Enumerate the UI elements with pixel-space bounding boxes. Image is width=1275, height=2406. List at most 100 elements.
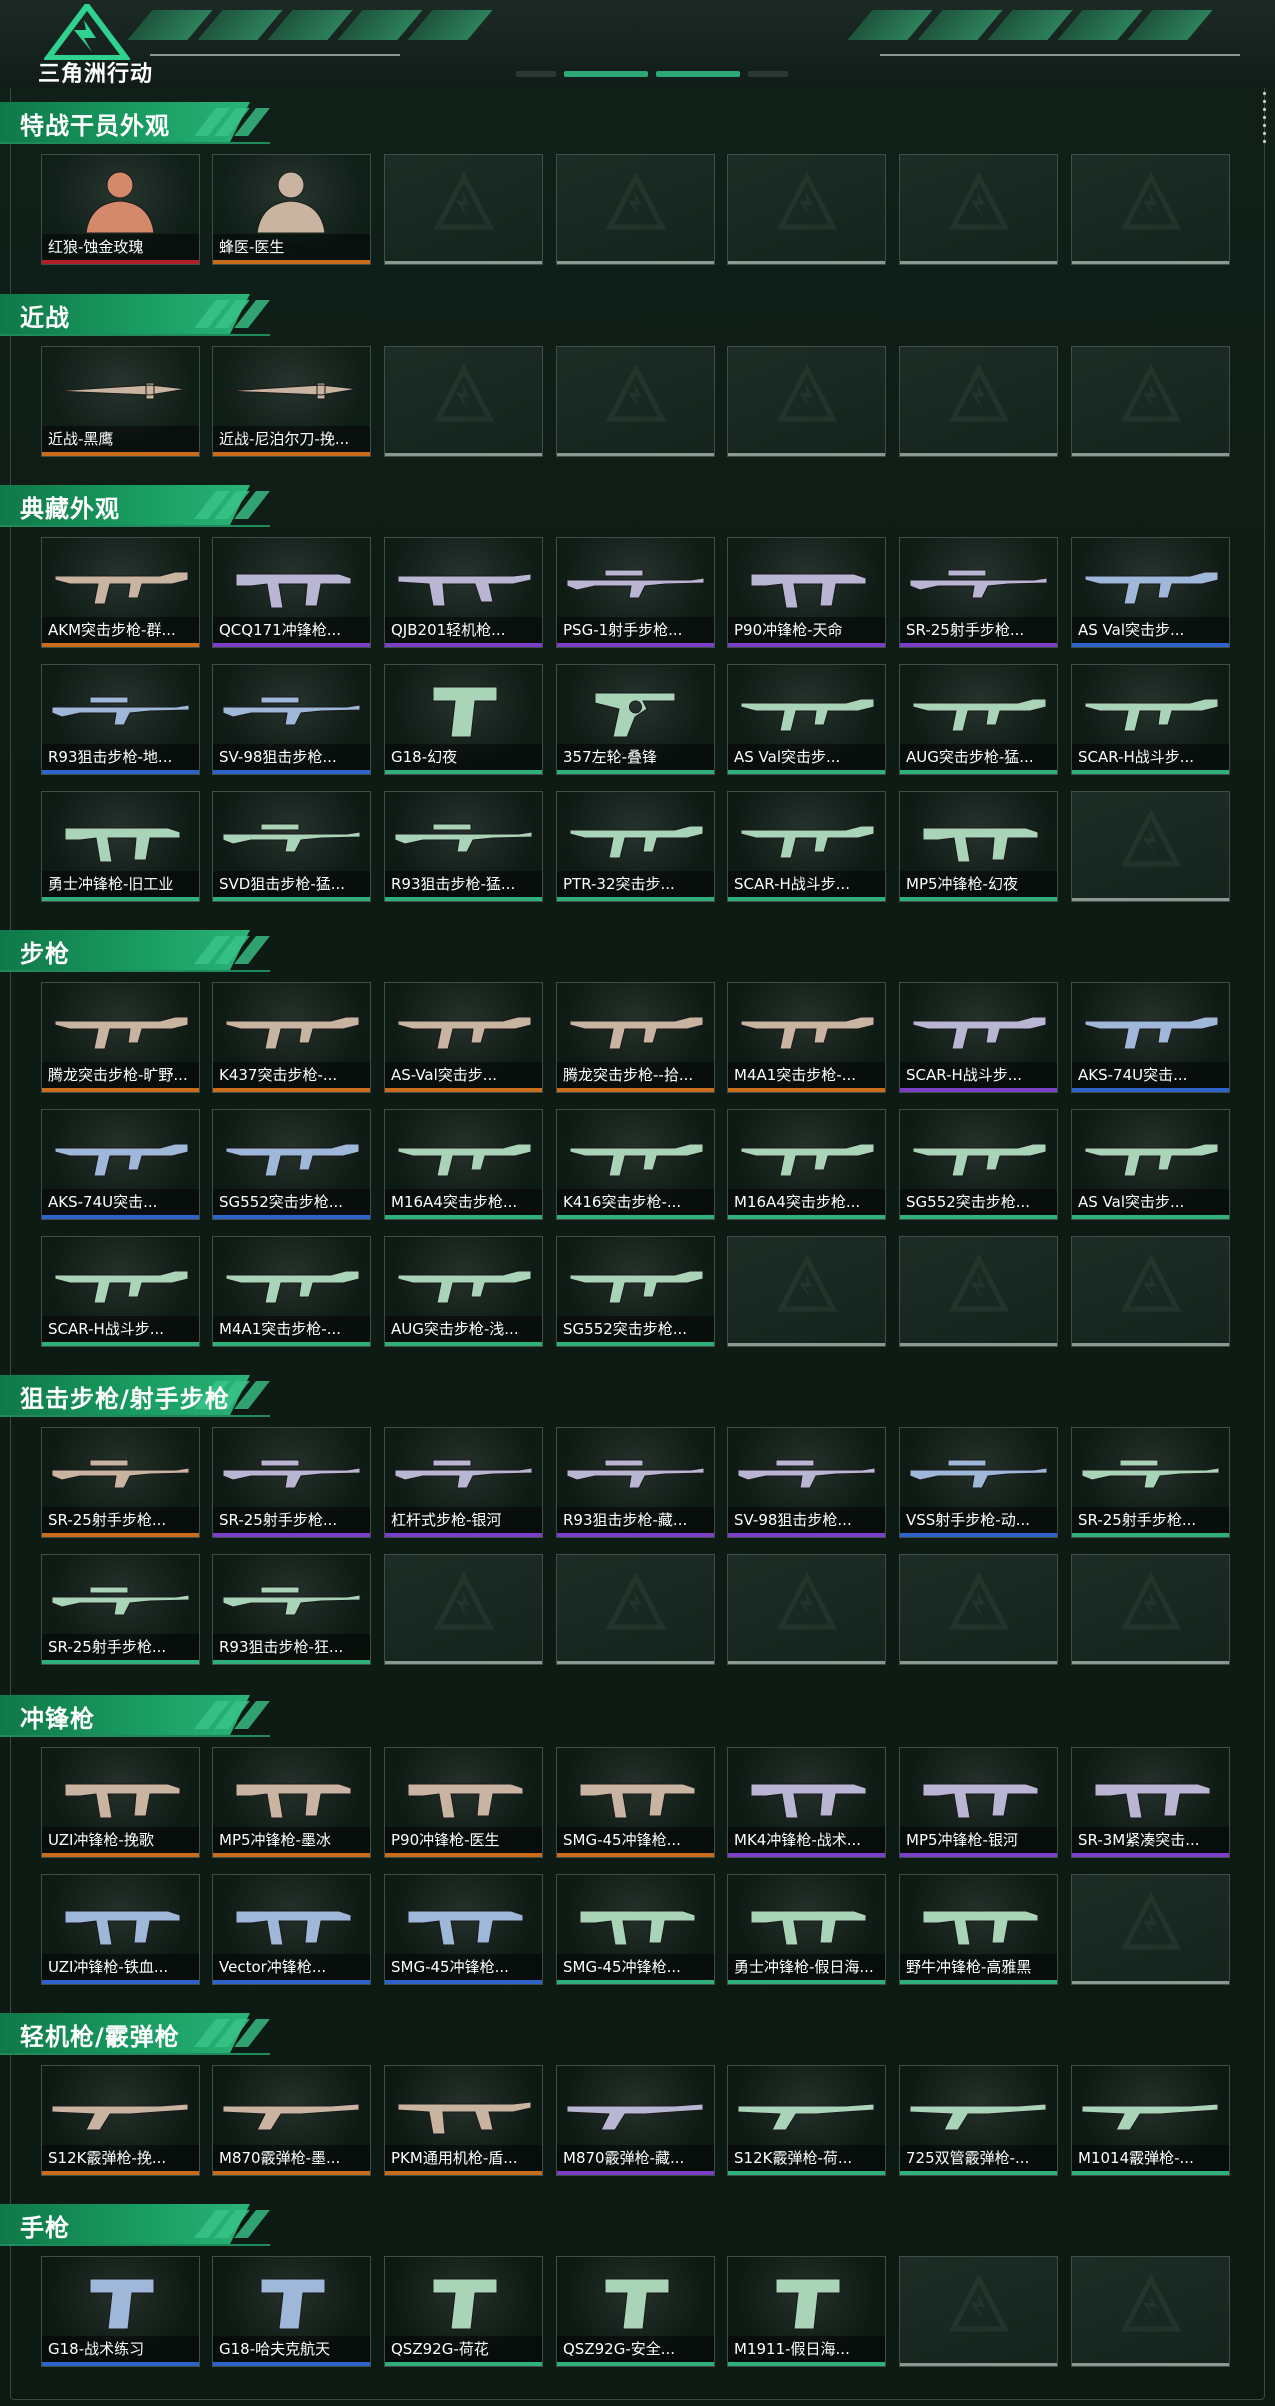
skin-card[interactable]: 杠杆式步枪-银河 [384, 1427, 543, 1538]
placeholder-logo-icon [949, 173, 1009, 230]
skin-card[interactable]: QJB201轻机枪... [384, 537, 543, 648]
skin-card[interactable]: MP5冲锋枪-银河 [899, 1747, 1058, 1858]
skin-card[interactable]: SMG-45冲锋枪... [384, 1874, 543, 1985]
skin-card[interactable]: 野牛冲锋枪-高雅黑 [899, 1874, 1058, 1985]
skin-card[interactable]: SV-98狙击步枪... [727, 1427, 886, 1538]
skin-card[interactable]: 近战-尼泊尔刀-挽... [212, 346, 371, 457]
skin-card[interactable]: SCAR-H战斗步... [1071, 664, 1230, 775]
skin-card[interactable]: M1911-假日海... [727, 2256, 886, 2367]
skin-card[interactable]: SR-3M紧凑突击... [1071, 1747, 1230, 1858]
skin-card[interactable]: 勇士冲锋枪-旧工业 [41, 791, 200, 902]
skin-card[interactable]: QSZ92G-荷花 [384, 2256, 543, 2367]
skin-card[interactable]: K437突击步枪-... [212, 982, 371, 1093]
skin-card[interactable]: MK4冲锋枪-战术... [727, 1747, 886, 1858]
skin-card[interactable]: AS-Val突击步... [384, 982, 543, 1093]
skin-card[interactable]: MP5冲锋枪-幻夜 [899, 791, 1058, 902]
skin-card[interactable]: SG552突击步枪... [899, 1109, 1058, 1220]
skin-card[interactable]: M870霰弹枪-藏... [556, 2065, 715, 2176]
skin-card[interactable]: AKS-74U突击... [41, 1109, 200, 1220]
skin-card[interactable]: SR-25射手步枪... [899, 537, 1058, 648]
rarity-bar [557, 897, 714, 901]
rifle-icon [397, 1270, 532, 1304]
skin-card[interactable]: 腾龙突击步枪-旷野... [41, 982, 200, 1093]
skin-card[interactable]: SMG-45冲锋枪... [556, 1874, 715, 1985]
skin-card[interactable]: M1014霰弹枪-... [1071, 2065, 1230, 2176]
skin-card[interactable]: UZI冲锋枪-挽歌 [41, 1747, 200, 1858]
section-underline [0, 1415, 270, 1417]
skin-card[interactable]: PTR-32突击步... [556, 791, 715, 902]
skin-card[interactable]: 725双管霰弹枪-... [899, 2065, 1058, 2176]
skin-card[interactable]: SV-98狙击步枪... [212, 664, 371, 775]
skin-card[interactable]: MP5冲锋枪-墨冰 [212, 1747, 371, 1858]
rarity-bar [385, 1533, 542, 1537]
rarity-bar [728, 1980, 885, 1984]
skin-card[interactable]: R93狙击步枪-地... [41, 664, 200, 775]
skin-card[interactable]: AS Val突击步... [1071, 537, 1230, 648]
skin-card[interactable]: 蜂医-医生 [212, 154, 371, 265]
skin-card[interactable]: 红狼-蚀金玫瑰 [41, 154, 200, 265]
skin-card[interactable]: G18-幻夜 [384, 664, 543, 775]
skin-card[interactable]: SCAR-H战斗步... [899, 982, 1058, 1093]
skin-card[interactable]: 近战-黑鹰 [41, 346, 200, 457]
empty-slot [899, 1236, 1058, 1347]
skin-name: SCAR-H战斗步... [42, 1316, 199, 1342]
skin-card[interactable]: K416突击步枪-... [556, 1109, 715, 1220]
skin-card[interactable]: M4A1突击步枪-... [212, 1236, 371, 1347]
skin-card[interactable]: G18-战术练习 [41, 2256, 200, 2367]
skin-card[interactable]: SR-25射手步枪... [1071, 1427, 1230, 1538]
skin-card[interactable]: M16A4突击步枪... [384, 1109, 543, 1220]
skin-card[interactable]: AKS-74U突击... [1071, 982, 1230, 1093]
skin-card[interactable]: SG552突击步枪... [212, 1109, 371, 1220]
knife-icon [55, 382, 187, 400]
rarity-bar [213, 1342, 370, 1346]
skin-name: AKS-74U突击... [1072, 1062, 1229, 1088]
skin-card[interactable]: QCQ171冲锋枪... [212, 537, 371, 648]
skin-card[interactable]: SR-25射手步枪... [41, 1554, 200, 1665]
skin-card[interactable]: QSZ92G-安全... [556, 2256, 715, 2367]
skin-card[interactable]: UZI冲锋枪-铁血... [41, 1874, 200, 1985]
skin-card[interactable]: SG552突击步枪... [556, 1236, 715, 1347]
skin-card[interactable]: SMG-45冲锋枪... [556, 1747, 715, 1858]
skin-card[interactable]: 357左轮-叠锋 [556, 664, 715, 775]
skin-card[interactable]: AKM突击步枪-群... [41, 537, 200, 648]
skin-card[interactable]: PSG-1射手步枪... [556, 537, 715, 648]
skin-name: AS-Val突击步... [385, 1062, 542, 1088]
skin-card[interactable]: S12K霰弹枪-挽... [41, 2065, 200, 2176]
skin-card[interactable]: AS Val突击步... [1071, 1109, 1230, 1220]
skin-card[interactable]: M4A1突击步枪-... [727, 982, 886, 1093]
skin-card[interactable]: AUG突击步枪-浅... [384, 1236, 543, 1347]
skin-card[interactable]: P90冲锋枪-医生 [384, 1747, 543, 1858]
rarity-bar [557, 1215, 714, 1219]
empty-slot [384, 154, 543, 265]
skin-card[interactable]: SVD狙击步枪-猛... [212, 791, 371, 902]
skin-card[interactable]: VSS射手步枪-动... [899, 1427, 1058, 1538]
skin-card[interactable]: SCAR-H战斗步... [727, 791, 886, 902]
skin-name: SR-25射手步枪... [42, 1507, 199, 1533]
skin-card[interactable]: Vector冲锋枪... [212, 1874, 371, 1985]
skin-card[interactable]: AS Val突击步... [727, 664, 886, 775]
skin-card[interactable]: PKM通用机枪-盾... [384, 2065, 543, 2176]
sniper-icon [394, 1459, 533, 1489]
skin-card[interactable]: SCAR-H战斗步... [41, 1236, 200, 1347]
skin-card[interactable]: AUG突击步枪-猛... [899, 664, 1058, 775]
rarity-bar [728, 643, 885, 647]
skin-card[interactable]: 腾龙突击步枪--拾... [556, 982, 715, 1093]
sniper-icon [394, 823, 533, 853]
skin-card[interactable]: M16A4突击步枪... [727, 1109, 886, 1220]
skin-card[interactable]: G18-哈夫克航天 [212, 2256, 371, 2367]
sniper-icon [909, 569, 1048, 599]
skin-card[interactable]: M870霰弹枪-墨... [212, 2065, 371, 2176]
rarity-bar [213, 1660, 370, 1664]
skin-card[interactable]: R93狙击步枪-藏... [556, 1427, 715, 1538]
skin-name: 勇士冲锋枪-旧工业 [42, 871, 199, 897]
skin-card[interactable]: S12K霰弹枪-荷... [727, 2065, 886, 2176]
skin-card[interactable]: 勇士冲锋枪-假日海... [727, 1874, 886, 1985]
rarity-bar [728, 1533, 885, 1537]
rarity-bar [385, 770, 542, 774]
skin-card[interactable]: SR-25射手步枪... [41, 1427, 200, 1538]
skin-card[interactable]: R93狙击步枪-狂... [212, 1554, 371, 1665]
skin-card[interactable]: R93狙击步枪-猛... [384, 791, 543, 902]
skin-card[interactable]: SR-25射手步枪... [212, 1427, 371, 1538]
scrollbar[interactable] [1262, 92, 1268, 148]
skin-card[interactable]: P90冲锋枪-天命 [727, 537, 886, 648]
